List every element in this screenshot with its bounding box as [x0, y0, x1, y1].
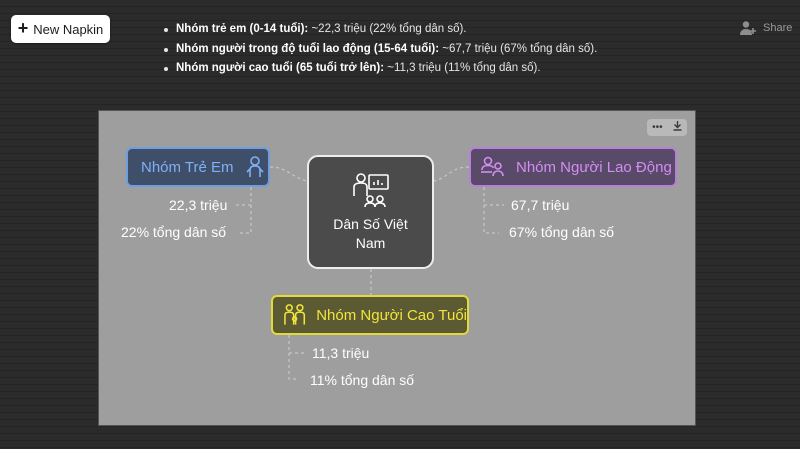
node-working-age[interactable]: Nhóm Người Lao Động [469, 147, 677, 187]
plus-icon: + [17, 18, 29, 38]
children-count: 22,3 triệu [169, 197, 228, 213]
bullet-text: ~11,3 triệu (11% tổng dân số). [384, 62, 541, 74]
family-icon [284, 304, 306, 325]
new-napkin-button[interactable]: + New Napkin [11, 15, 110, 43]
new-napkin-label: New Napkin [33, 21, 104, 37]
add-person-icon [740, 21, 756, 35]
working-count: 67,7 triệu [511, 197, 570, 213]
share-label: Share [763, 22, 793, 34]
working-share: 67% tổng dân số [509, 224, 615, 240]
elderly-count: 11,3 triệu [312, 345, 370, 361]
population-summary-list: Nhóm trẻ em (0-14 tuổi): ~22,3 triệu (22… [164, 20, 597, 79]
bullet-text: ~22,3 triệu (22% tổng dân số). [308, 23, 467, 35]
central-topic-node[interactable]: Dân Số Việt Nam [307, 155, 434, 269]
list-item: Nhóm người trong độ tuổi lao động (15-64… [164, 40, 597, 60]
bullet-text: ~67,7 triệu (67% tổng dân số). [439, 42, 598, 55]
diagram-canvas[interactable]: ••• Nhóm Trẻ Em Nhóm Người Lao Động Dân … [98, 110, 696, 426]
children-share: 22% tổng dân số [121, 224, 227, 240]
bullet-heading: Nhóm người cao tuổi (65 tuổi trở lên): [176, 62, 385, 74]
node-elderly-label: Nhóm Người Cao Tuổi [316, 306, 467, 324]
child-icon [245, 156, 264, 177]
node-children-label: Nhóm Trẻ Em [141, 158, 234, 176]
presentation-people-icon [352, 173, 389, 208]
bullet-heading: Nhóm trẻ em (0-14 tuổi): [176, 23, 309, 35]
node-working-age-label: Nhóm Người Lao Động [516, 158, 672, 176]
node-elderly[interactable]: Nhóm Người Cao Tuổi [271, 295, 469, 335]
bullet-heading: Nhóm người trong độ tuổi lao động (15-64… [176, 42, 440, 55]
central-topic-title: Dân Số Việt Nam [333, 216, 408, 251]
node-children[interactable]: Nhóm Trẻ Em [126, 147, 270, 187]
list-item: Nhóm trẻ em (0-14 tuổi): ~22,3 triệu (22… [164, 20, 597, 40]
list-item: Nhóm người cao tuổi (65 tuổi trở lên): ~… [164, 59, 597, 79]
elderly-share: 11% tổng dân số [310, 372, 415, 388]
share-button[interactable]: Share [739, 20, 792, 36]
worker-at-desk-icon [481, 156, 504, 177]
